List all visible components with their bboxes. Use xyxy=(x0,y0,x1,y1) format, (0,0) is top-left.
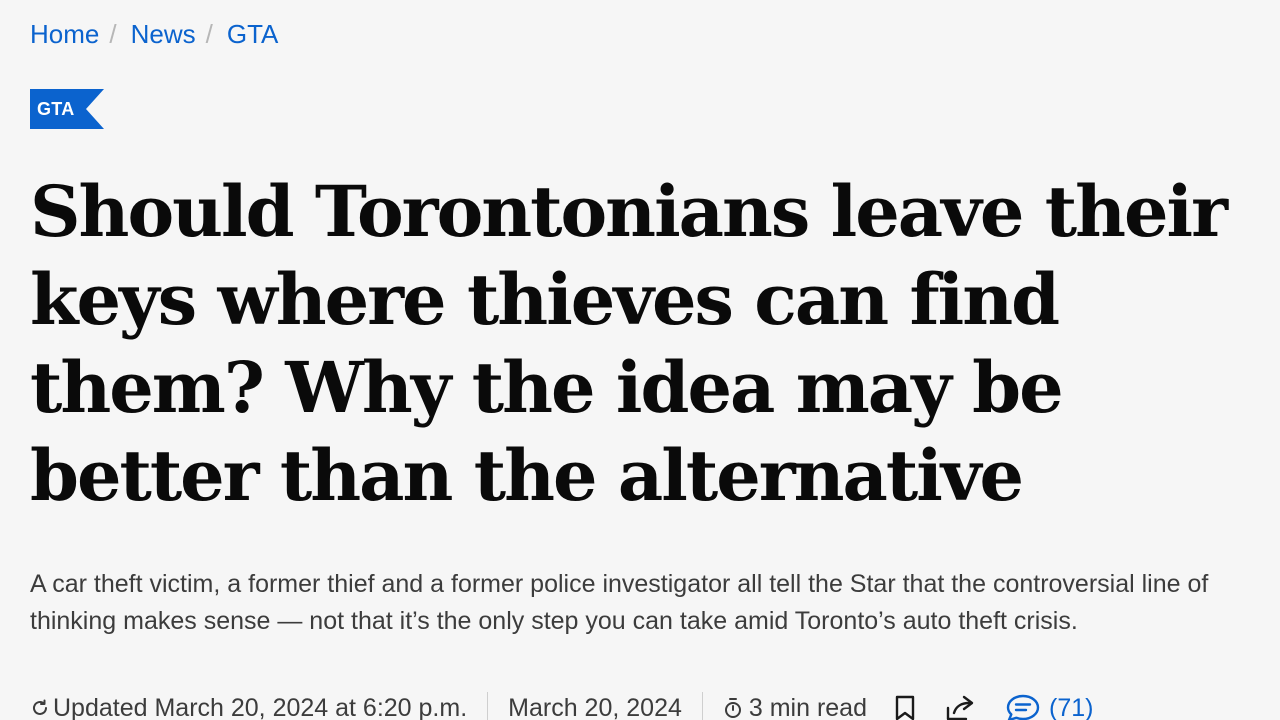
share-button[interactable] xyxy=(945,694,977,720)
stopwatch-icon xyxy=(723,697,743,719)
read-time: 3 min read xyxy=(748,693,867,720)
breadcrumb-separator: / xyxy=(109,18,117,49)
comment-icon xyxy=(1005,693,1041,720)
published-date: March 20, 2024 xyxy=(508,693,682,720)
comments-button[interactable]: (71) xyxy=(1005,693,1093,720)
bookmark-icon xyxy=(893,694,917,720)
article-meta-bar: Updated March 20, 2024 at 6:20 p.m. Marc… xyxy=(30,688,1093,720)
article-dek: A car theft victim, a former thief and a… xyxy=(30,570,1209,635)
section-tag-label: GTA xyxy=(37,99,75,119)
breadcrumb-gta-link[interactable]: GTA xyxy=(227,19,279,50)
article-headline: Should Torontonians leave their keys whe… xyxy=(30,170,1228,517)
breadcrumb-news-link[interactable]: News xyxy=(131,19,196,50)
breadcrumb-home-link[interactable]: Home xyxy=(30,19,99,50)
updated-timestamp: Updated March 20, 2024 at 6:20 p.m. xyxy=(53,693,468,720)
breadcrumb: Home / News / GTA xyxy=(30,14,278,54)
section-tag[interactable]: GTA xyxy=(30,89,104,129)
share-icon xyxy=(945,694,977,720)
meta-divider xyxy=(487,692,489,720)
meta-divider xyxy=(701,692,703,720)
comments-count: (71) xyxy=(1049,693,1094,720)
bookmark-button[interactable] xyxy=(893,694,917,720)
breadcrumb-separator: / xyxy=(205,18,213,49)
refresh-icon xyxy=(30,698,50,718)
